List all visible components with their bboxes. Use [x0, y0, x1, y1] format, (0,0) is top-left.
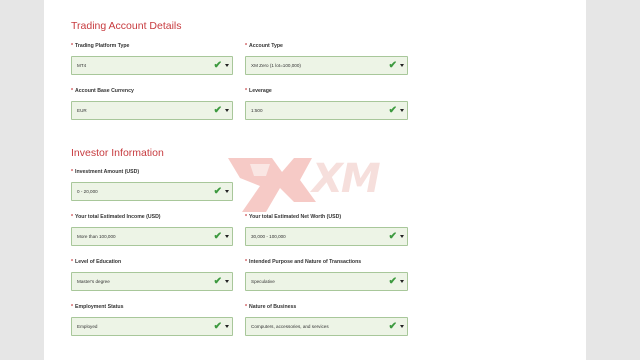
business-select[interactable]: Computers, accessories, and services ✔	[245, 317, 408, 336]
chevron-down-icon	[225, 235, 229, 238]
platform-select[interactable]: MT4 ✔	[71, 56, 233, 75]
chevron-down-icon	[225, 325, 229, 328]
xm-logo-text: XM	[312, 156, 381, 202]
chevron-down-icon	[400, 280, 404, 283]
investment-select[interactable]: 0 - 20,000 ✔	[71, 182, 233, 201]
account-type-select[interactable]: XM Zero (1 lot=100,000) ✔	[245, 56, 408, 75]
base-currency-value: EUR	[77, 108, 87, 113]
income-value: More than 100,000	[77, 234, 116, 239]
check-icon: ✔	[388, 60, 397, 71]
chevron-down-icon	[400, 64, 404, 67]
income-label: * Your total Estimated Income (USD)	[71, 214, 161, 220]
purpose-label: * Intended Purpose and Nature of Transact…	[245, 259, 362, 265]
check-icon: ✔	[213, 276, 222, 287]
leverage-label: * Leverage	[245, 88, 272, 94]
check-icon: ✔	[213, 321, 222, 332]
chevron-down-icon	[225, 280, 229, 283]
employment-label: * Employment Status	[71, 304, 124, 310]
education-label: * Level of Education	[71, 259, 122, 265]
check-icon: ✔	[388, 105, 397, 116]
check-icon: ✔	[213, 60, 222, 71]
check-icon: ✔	[213, 231, 222, 242]
education-select[interactable]: Master's degree ✔	[71, 272, 233, 291]
chevron-down-icon	[225, 64, 229, 67]
platform-value: MT4	[77, 63, 87, 68]
employment-select[interactable]: Employed ✔	[71, 317, 233, 336]
net-worth-select[interactable]: 30,000 - 100,000 ✔	[245, 227, 408, 246]
investment-value: 0 - 20,000	[77, 189, 98, 194]
chevron-down-icon	[400, 235, 404, 238]
investor-section-title: Investor Information	[71, 147, 164, 159]
employment-value: Employed	[77, 324, 98, 329]
platform-label: * Trading Platform Type	[71, 43, 130, 49]
chevron-down-icon	[400, 325, 404, 328]
purpose-value: Speculative	[251, 279, 275, 284]
chevron-down-icon	[400, 109, 404, 112]
investment-label: * Investment Amount (USD)	[71, 169, 140, 175]
check-icon: ✔	[388, 276, 397, 287]
xm-logo-watermark: XM	[220, 150, 420, 220]
leverage-select[interactable]: 1:500 ✔	[245, 101, 408, 120]
business-label: * Nature of Business	[245, 304, 297, 310]
business-value: Computers, accessories, and services	[251, 324, 329, 329]
income-select[interactable]: More than 100,000 ✔	[71, 227, 233, 246]
leverage-value: 1:500	[251, 108, 263, 113]
education-value: Master's degree	[77, 279, 110, 284]
net-worth-value: 30,000 - 100,000	[251, 234, 286, 239]
base-currency-label: * Account Base Currency	[71, 88, 134, 94]
check-icon: ✔	[388, 231, 397, 242]
purpose-select[interactable]: Speculative ✔	[245, 272, 408, 291]
account-type-label: * Account Type	[245, 43, 283, 49]
check-icon: ✔	[213, 105, 222, 116]
trading-section-title: Trading Account Details	[71, 20, 182, 32]
base-currency-select[interactable]: EUR ✔	[71, 101, 233, 120]
chevron-down-icon	[225, 109, 229, 112]
check-icon: ✔	[388, 321, 397, 332]
account-type-value: XM Zero (1 lot=100,000)	[251, 63, 301, 68]
